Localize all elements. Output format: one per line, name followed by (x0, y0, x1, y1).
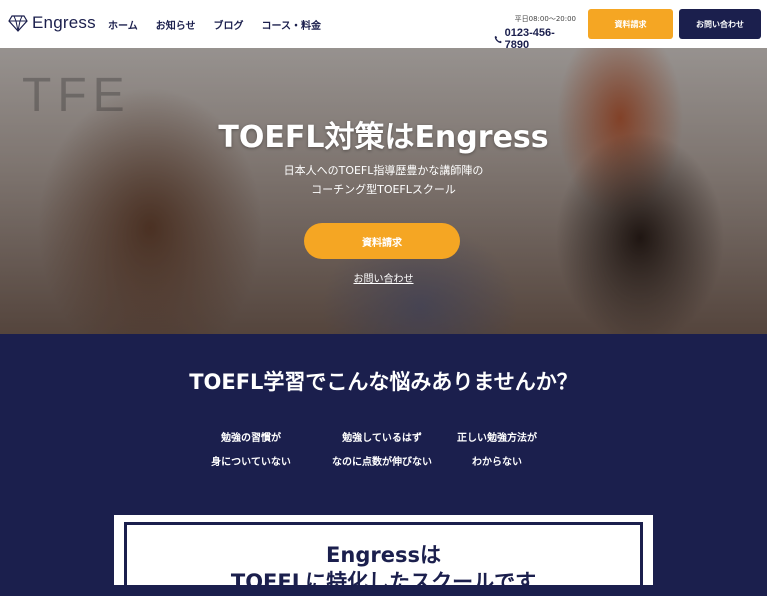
nav-courses[interactable]: コース・料金 (262, 17, 322, 32)
hero-subtitle-line1: 日本人へのTOEFL指導歴豊かな講師陣の (283, 164, 484, 177)
hero-subtitle-line2: コーチング型TOEFLスクール (311, 183, 456, 196)
worry-line2: 身についていない (211, 457, 291, 468)
feature-heading-line1: Engressは (326, 543, 441, 567)
hero-subtitle: 日本人へのTOEFL指導歴豊かな講師陣の コーチング型TOEFLスクール (0, 161, 767, 199)
business-hours: 平日08:00〜20:00 (514, 15, 576, 23)
worry-line2: わからない (472, 457, 522, 468)
nav-home[interactable]: ホーム (108, 17, 138, 32)
hero-title: TOEFL対策はEngress (218, 120, 549, 155)
worry-item: 勉強の習慣が 身についていない (191, 427, 311, 475)
nav-blog[interactable]: ブログ (214, 17, 244, 32)
nav-news[interactable]: お知らせ (156, 17, 196, 32)
header-contact-button[interactable]: お問い合わせ (679, 9, 761, 39)
diamond-icon (8, 15, 28, 32)
worry-line1: 勉強の習慣が (221, 433, 281, 444)
hero-contact-link[interactable]: お問い合わせ (0, 270, 767, 285)
feature-card-frame: Engressは TOEFLに特化したスクールです (124, 522, 643, 594)
site-header: Engress ホーム お知らせ ブログ コース・料金 平日08:00〜20:0… (0, 0, 767, 51)
worry-line1: 勉強しているはず (342, 433, 422, 444)
worry-item: 正しい勉強方法が わからない (437, 427, 557, 475)
main-nav: ホーム お知らせ ブログ コース・料金 (108, 17, 321, 32)
feature-heading-line2: TOEFLに特化したスクールです (230, 570, 537, 594)
worry-item: 勉強しているはず なのに点数が伸びない (322, 427, 442, 475)
worries-section: TOEFL学習でこんな悩みありませんか？ 勉強の習慣が 身についていない 勉強し… (0, 334, 767, 594)
hero-doc-request-button[interactable]: 資料請求 (304, 223, 460, 259)
worries-title: TOEFL学習でこんな悩みありませんか？ (189, 370, 578, 394)
logo-text: Engress (32, 13, 96, 32)
hero-section: TFE TOEFL対策はEngress 日本人へのTOEFL指導歴豊かな講師陣の… (0, 48, 767, 334)
worry-line1: 正しい勉強方法が (457, 433, 537, 444)
header-doc-request-button[interactable]: 資料請求 (588, 9, 673, 39)
phone-icon (494, 35, 502, 43)
logo[interactable]: Engress (8, 13, 96, 33)
worry-line2: なのに点数が伸びない (332, 457, 432, 468)
